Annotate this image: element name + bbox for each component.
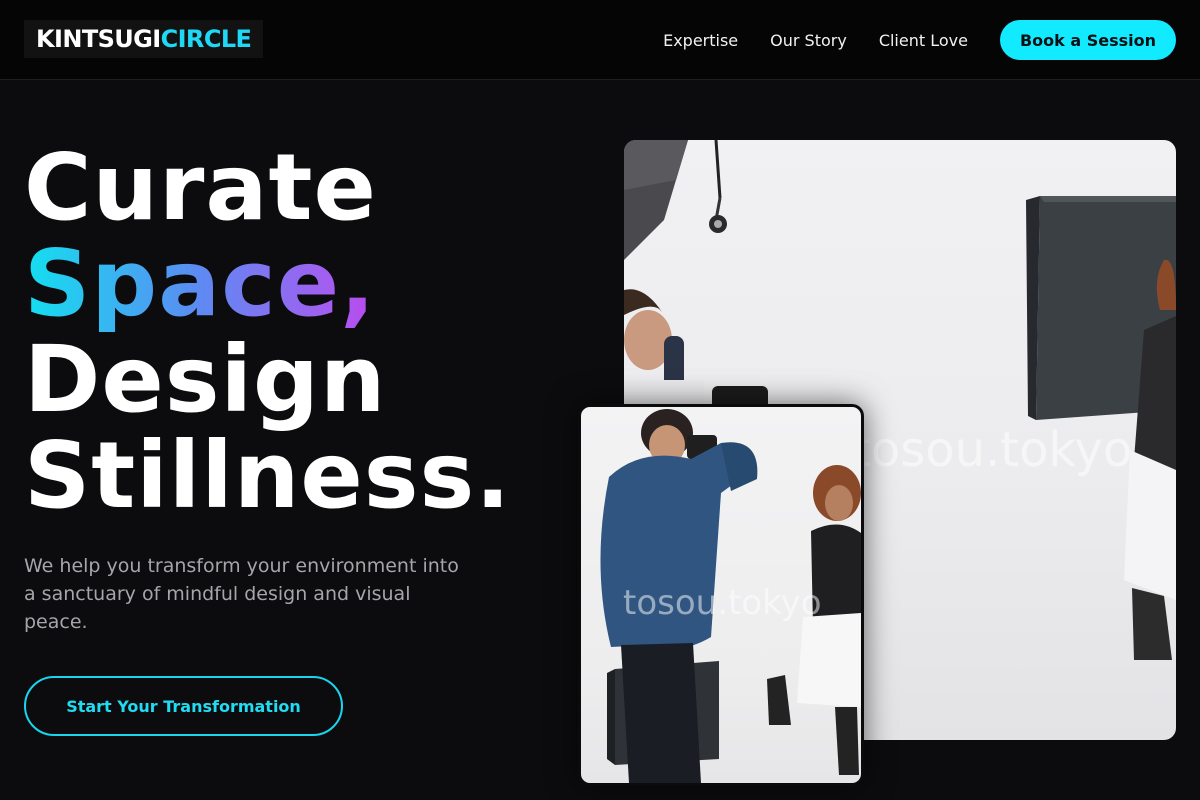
logo-word-circle: CIRCLE	[160, 25, 252, 53]
headline-line-space: Space,	[24, 236, 511, 332]
hero-headline: Curate Space, Design Stillness.	[24, 140, 511, 524]
site-header: KINTSUGI CIRCLE Expertise Our Story Clien…	[0, 0, 1200, 80]
brand-logo[interactable]: KINTSUGI CIRCLE	[24, 20, 264, 58]
nav-link-our-story[interactable]: Our Story	[770, 31, 847, 50]
hero-photo-inset: tosou.tokyo	[578, 404, 864, 786]
nav-link-client-love[interactable]: Client Love	[879, 31, 968, 50]
start-transformation-button[interactable]: Start Your Transformation	[24, 676, 343, 736]
headline-line-curate: Curate	[24, 134, 377, 241]
main-nav: Expertise Our Story Client Love Book a S…	[663, 20, 1176, 60]
headline-line-design: Design	[24, 326, 387, 433]
headline-line-stillness: Stillness.	[24, 422, 512, 529]
main-photo-watermark: tosou.tokyo	[852, 422, 1133, 478]
book-session-button[interactable]: Book a Session	[999, 20, 1176, 60]
inset-photo-watermark: tosou.tokyo	[623, 583, 822, 623]
nav-link-expertise[interactable]: Expertise	[663, 31, 738, 50]
logo-word-kintsugi: KINTSUGI	[36, 25, 161, 53]
hero-subtitle: We help you transform your environment i…	[24, 555, 459, 633]
